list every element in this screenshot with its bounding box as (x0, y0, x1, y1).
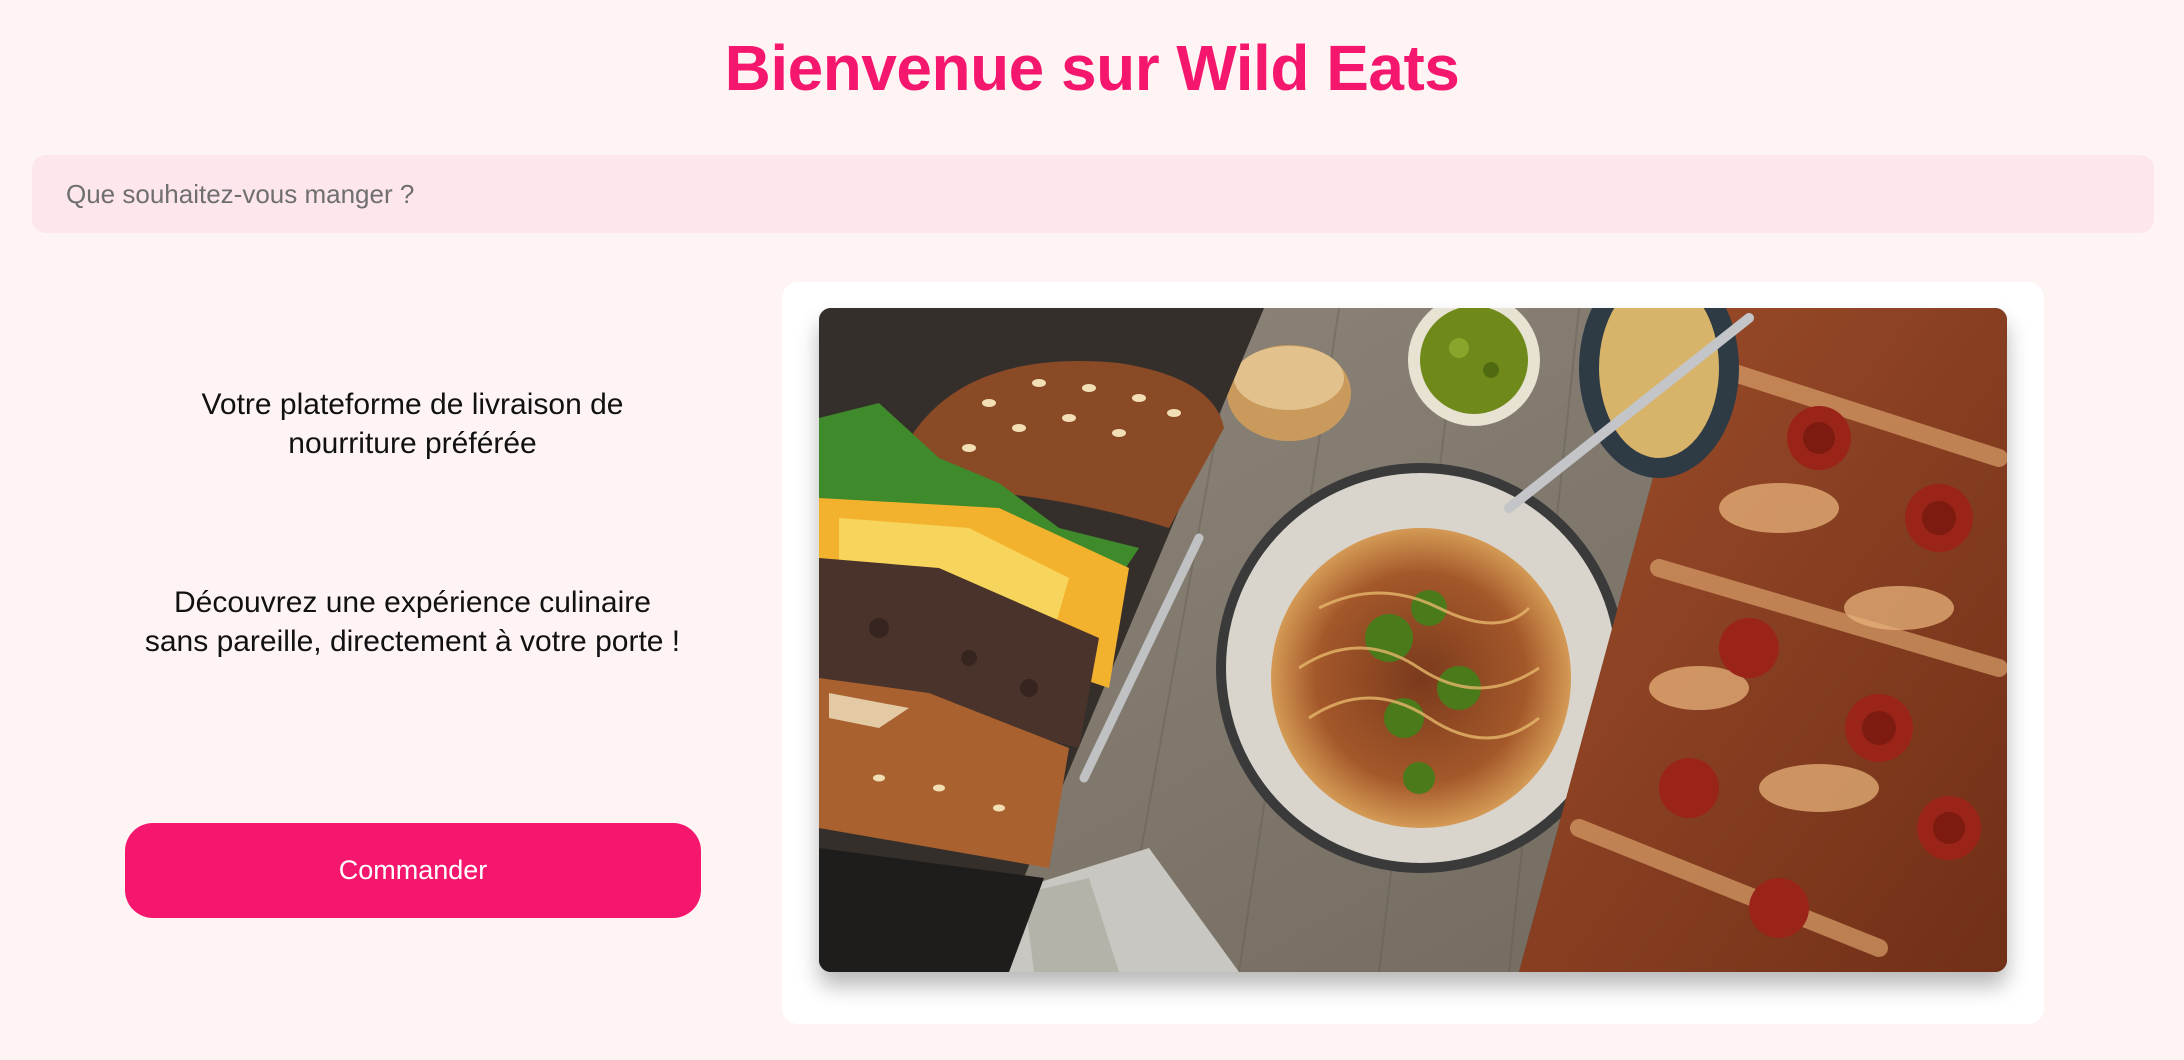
hero-description: Découvrez une expérience culinaire sans … (144, 586, 681, 658)
food-collage-image (819, 308, 2007, 972)
page-title: Bienvenue sur Wild Eats (724, 32, 1460, 104)
order-button[interactable]: Commander (125, 823, 701, 918)
hero-text-section: Votre plateforme de livraison de nourrit… (0, 280, 780, 1040)
image-card (782, 282, 2044, 1024)
hero-tagline: Votre plateforme de livraison de nourrit… (201, 388, 624, 460)
search-input[interactable] (32, 155, 2154, 233)
